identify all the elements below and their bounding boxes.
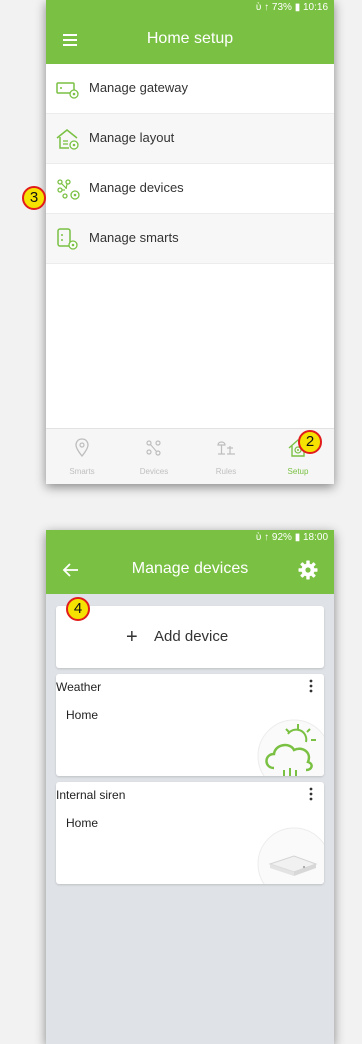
devices-icon [57,179,80,200]
layout-icon [56,129,79,150]
menu-item-label: Manage layout [89,130,175,145]
page-title: Manage devices [131,560,249,577]
tab-smarts[interactable]: Smarts [46,429,118,484]
device-name: Internal siren [56,788,126,802]
rules-nav-icon [217,441,235,455]
tab-label: Devices [139,467,169,476]
smarts-icon [57,228,78,250]
plus-icon: + [126,626,138,648]
app-bar: Home setup [46,16,334,64]
menu-item-manage-layout[interactable]: Manage layout [46,114,334,164]
status-text: ὺ ↑ 73% ▮ 10:16 [255,2,328,13]
setup-menu: Manage gateway Manage layout Manage devi… [46,64,334,264]
callout-badge-3: 3 [22,186,46,210]
tab-devices[interactable]: Devices [118,429,190,484]
tab-label: Rules [215,467,237,476]
add-device-button[interactable]: + Add device [56,606,324,668]
weather-icon [257,719,324,776]
add-device-label: Add device [154,628,229,645]
smarts-nav-icon [75,438,89,457]
bottom-navigation: Smarts Devices Rules Setup [46,428,334,484]
more-vertical-icon[interactable] [306,678,316,694]
gateway-icon [56,82,79,99]
device-card-weather[interactable]: Weather Home [56,674,324,776]
device-card-internal-siren[interactable]: Internal siren Home [56,782,324,884]
menu-item-label: Manage smarts [89,230,179,245]
status-bar: ὺ ↑ 92% ▮ 18:00 [46,530,334,546]
device-room: Home [66,708,99,722]
tab-label: Smarts [69,467,95,476]
status-bar: ὺ ↑ 73% ▮ 10:16 [46,0,334,16]
siren-device-icon [257,827,324,884]
callout-badge-4: 4 [66,597,90,621]
menu-item-label: Manage gateway [89,80,189,95]
callout-badge-2: 2 [298,430,322,454]
menu-item-manage-devices[interactable]: Manage devices [46,164,334,214]
tab-rules[interactable]: Rules [190,429,262,484]
status-text: ὺ ↑ 92% ▮ 18:00 [255,532,328,543]
menu-item-manage-smarts[interactable]: Manage smarts [46,214,334,264]
device-room: Home [66,816,99,830]
device-name: Weather [56,680,102,694]
devices-nav-icon [146,440,161,456]
gear-icon[interactable] [296,558,320,582]
menu-item-manage-gateway[interactable]: Manage gateway [46,64,334,114]
tab-label: Setup [287,467,309,476]
home-setup-screen: ὺ ↑ 73% ▮ 10:16 Home setup Manage gatewa… [46,0,334,484]
app-bar: Manage devices [46,546,334,594]
menu-item-label: Manage devices [89,180,184,195]
more-vertical-icon[interactable] [306,786,316,802]
page-title: Home setup [146,30,234,47]
